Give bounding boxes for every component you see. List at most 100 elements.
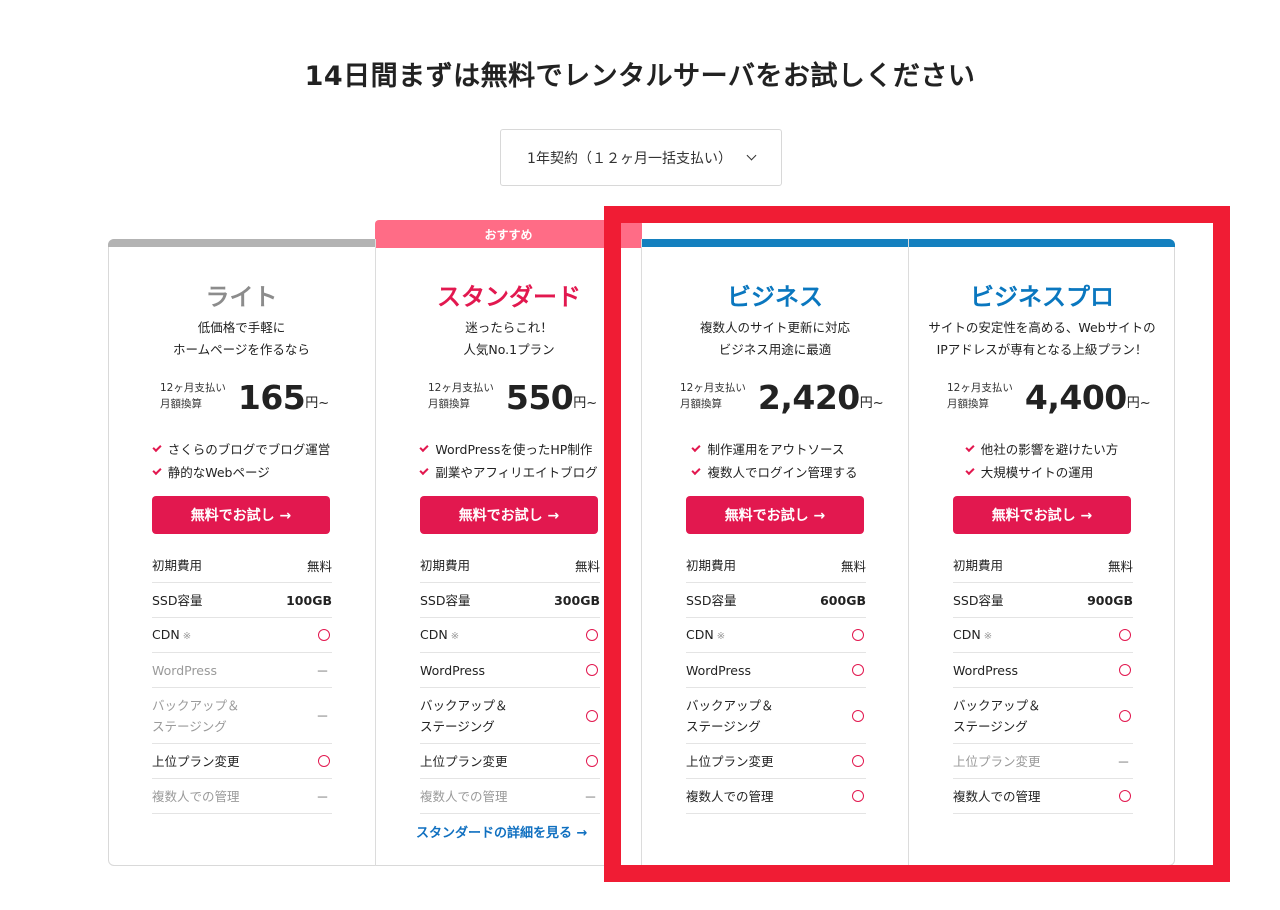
available-circle-icon: [852, 629, 864, 641]
spec-label: WordPress: [420, 660, 485, 681]
spec-label: CDN ※: [420, 624, 459, 647]
spec-label: WordPress: [152, 660, 217, 681]
price-value: 4,400: [1024, 378, 1127, 417]
price-note-line: 12ヶ月支払い: [160, 382, 226, 394]
spec-table: 初期費用 無料 SSD容量 600GB CDN ※ WordPress バックアップ＆ ステージ…: [686, 548, 866, 814]
spec-row: 上位プラン変更 －: [953, 744, 1133, 779]
spec-label: 初期費用: [686, 555, 736, 576]
price-value: 2,420: [757, 378, 860, 417]
spec-label-text: WordPress: [953, 662, 1019, 678]
spec-value: 300GB: [554, 592, 600, 608]
spec-label: 初期費用: [420, 555, 470, 576]
spec-label-line: バックアップ＆: [953, 697, 1041, 713]
plan-description: サイトの安定性を高める、Webサイトの IPアドレスが専有となる上級プラン！: [909, 317, 1175, 361]
spec-label-text: SSD容量: [420, 592, 471, 608]
price-note: 12ヶ月支払い 月額換算: [160, 380, 226, 412]
spec-row: CDN ※: [953, 618, 1133, 653]
cdn-note-mark: ※: [983, 630, 993, 642]
price-unit: 円~: [573, 396, 598, 411]
spec-table: 初期費用 無料 SSD容量 300GB CDN ※ WordPress バックアップ＆ ステージ…: [420, 548, 600, 814]
spec-row: 初期費用 無料: [686, 548, 866, 583]
spec-row: CDN ※: [420, 618, 600, 653]
feature-text: さくらのブログでブログ運営: [167, 442, 331, 457]
plan-name: ビジネス: [727, 283, 823, 311]
feature-item: 他社の影響を避けたい方: [965, 438, 1118, 461]
spec-label-text: CDN: [953, 626, 981, 642]
free-trial-button[interactable]: 無料でお試し →: [152, 496, 330, 534]
spec-label-text: SSD容量: [686, 592, 737, 608]
free-trial-button[interactable]: 無料でお試し →: [686, 496, 864, 534]
spec-row: バックアップ＆ ステージング －: [152, 688, 332, 744]
plan-name: ライト: [205, 283, 278, 311]
available-circle-icon: [586, 629, 598, 641]
spec-value: 無料: [1107, 558, 1133, 574]
spec-row: バックアップ＆ ステージング: [686, 688, 866, 744]
spec-label-text: 初期費用: [953, 557, 1004, 573]
feature-items: 他社の影響を避けたい方大規模サイトの運用: [965, 438, 1118, 484]
spec-row: WordPress: [953, 653, 1133, 688]
spec-label: 上位プラン変更: [420, 751, 508, 772]
cdn-note-mark: ※: [182, 630, 192, 642]
plan-description-line: ホームページを作るなら: [173, 342, 310, 357]
free-trial-button[interactable]: 無料でお試し →: [953, 496, 1131, 534]
price-note-line: 月額換算: [428, 398, 470, 410]
not-available-dash: －: [315, 664, 329, 680]
spec-value: 無料: [306, 558, 332, 574]
plan-card-standard: スタンダード 迷ったらこれ！ 人気No.1プラン 12ヶ月支払い 月額換算 550 円~ Wo…: [375, 239, 642, 866]
price-note-line: 12ヶ月支払い: [680, 382, 746, 394]
page-title: 14日間まずは無料でレンタルサーバをお試しください: [304, 61, 976, 92]
plan-price: 12ヶ月支払い 月額換算 4,400 円~: [947, 379, 1151, 417]
feature-text: 大規模サイトの運用: [980, 465, 1094, 480]
feature-item: さくらのブログでブログ運営: [152, 438, 331, 461]
feature-list: さくらのブログでブログ運営静的なWebページ: [108, 438, 375, 484]
plan-description: 迷ったらこれ！ 人気No.1プラン: [376, 317, 642, 361]
cdn-note-mark: ※: [716, 630, 726, 642]
spec-label: バックアップ＆ ステージング: [686, 695, 774, 737]
available-circle-icon: [586, 664, 598, 676]
spec-value: 600GB: [820, 592, 866, 608]
spec-row: CDN ※: [152, 618, 332, 653]
available-circle-icon: [586, 709, 598, 722]
feature-item: 複数人でログイン管理する: [691, 461, 858, 484]
feature-list: 他社の影響を避けたい方大規模サイトの運用: [909, 438, 1175, 484]
price-note: 12ヶ月支払い 月額換算: [947, 380, 1013, 412]
spec-label: SSD容量: [953, 590, 1004, 611]
plan-description-line: 迷ったらこれ！: [465, 320, 553, 335]
spec-row: 初期費用 無料: [420, 548, 600, 583]
spec-row: バックアップ＆ ステージング: [420, 688, 600, 744]
not-available-dash: －: [583, 790, 597, 806]
spec-row: 複数人での管理 －: [420, 779, 600, 814]
spec-label: 初期費用: [953, 555, 1003, 576]
plan-card-business-pro: ビジネスプロ サイトの安定性を高める、Webサイトの IPアドレスが専有となる上級プ…: [908, 239, 1175, 866]
available-circle-icon: [586, 755, 598, 767]
feature-items: 制作運用をアウトソース 複数人でログイン管理する: [691, 438, 858, 484]
spec-row: SSD容量 300GB: [420, 583, 600, 618]
spec-label-text: 初期費用: [420, 557, 471, 573]
spec-label: CDN ※: [152, 624, 191, 647]
spec-label-text: 複数人での管理: [686, 788, 774, 804]
free-trial-button[interactable]: 無料でお試し →: [420, 496, 598, 534]
contract-period-select[interactable]: 1年契約（１２ヶ月一括支払い）: [500, 129, 782, 186]
available-circle-icon: [318, 629, 330, 641]
plan-price: 12ヶ月支払い 月額換算 2,420 円~: [680, 379, 884, 417]
price-note-line: 月額換算: [680, 398, 722, 410]
feature-item: 静的なWebページ: [152, 461, 331, 484]
check-icon: [152, 465, 162, 476]
spec-row: 複数人での管理 －: [152, 779, 332, 814]
plan-topbar: [642, 239, 908, 247]
spec-label-line: ステージング: [953, 718, 1028, 734]
spec-value: 100GB: [286, 592, 332, 608]
feature-items: さくらのブログでブログ運営静的なWebページ: [152, 438, 331, 484]
spec-label-text: 上位プラン変更: [686, 753, 774, 769]
spec-label: CDN ※: [953, 624, 992, 647]
spec-label-text: WordPress: [686, 662, 752, 678]
feature-text: 副業やアフィリエイトブログ: [435, 465, 598, 480]
feature-item: 制作運用をアウトソース: [691, 438, 857, 461]
standard-detail-link[interactable]: スタンダードの詳細を見る →: [416, 822, 587, 841]
plan-description-line: 人気No.1プラン: [463, 342, 555, 357]
price-unit: 円~: [1126, 396, 1151, 411]
spec-row: 上位プラン変更: [152, 744, 332, 779]
spec-label-text: WordPress: [420, 662, 486, 678]
available-circle-icon: [852, 790, 864, 802]
spec-table: 初期費用 無料 SSD容量 100GB CDN ※ WordPress － バックアップ＆ ステー…: [152, 548, 332, 814]
